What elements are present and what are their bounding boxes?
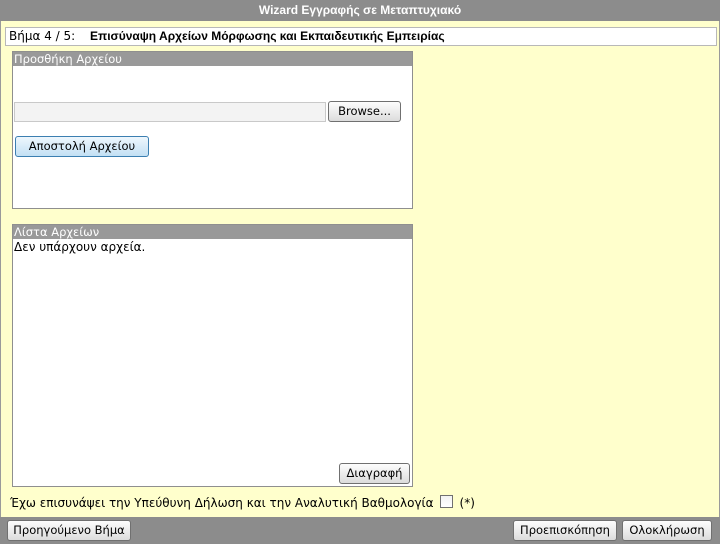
step-title: Επισύναψη Αρχείων Μόρφωσης και Εκπαιδευτ… (90, 29, 445, 43)
confirmation-checkbox[interactable] (439, 495, 453, 508)
preview-button[interactable]: Προεπισκόπηση (513, 520, 617, 541)
confirmation-label: Έχω επισυνάψει την Υπεύθυνη Δήλωση και τ… (10, 496, 434, 510)
browse-button[interactable]: Browse... (328, 101, 401, 122)
required-mark: (*) (459, 496, 475, 510)
footer-bar: Προηγούμενο Βήμα Προεπισκόπηση Ολοκλήρωσ… (0, 517, 720, 544)
file-list-panel: Λίστα Αρχείων Δεν υπάρχουν αρχεία. Διαγρ… (12, 224, 413, 487)
upload-file-button[interactable]: Αποστολή Αρχείου (15, 136, 149, 157)
finish-button[interactable]: Ολοκλήρωση (622, 520, 712, 541)
file-list-header: Λίστα Αρχείων (13, 225, 412, 239)
previous-step-button[interactable]: Προηγούμενο Βήμα (7, 520, 131, 541)
file-path-input[interactable] (14, 102, 326, 122)
window-title: Wizard Εγγραφής σε Μεταπτυχιακό (0, 0, 720, 21)
step-header: Βήμα 4 / 5: Επισύναψη Αρχείων Μόρφωσης κ… (5, 27, 717, 46)
wizard-frame: Βήμα 4 / 5: Επισύναψη Αρχείων Μόρφωσης κ… (0, 21, 720, 517)
upload-panel-header: Προσθήκη Αρχείου (13, 52, 412, 66)
step-number: Βήμα 4 / 5: (9, 29, 76, 43)
upload-panel: Προσθήκη Αρχείου Browse... Αποστολή Αρχε… (12, 51, 413, 209)
empty-list-message: Δεν υπάρχουν αρχεία. (14, 240, 146, 254)
delete-button[interactable]: Διαγραφή (339, 463, 410, 484)
confirmation-row: Έχω επισυνάψει την Υπεύθυνη Δήλωση και τ… (10, 495, 475, 511)
